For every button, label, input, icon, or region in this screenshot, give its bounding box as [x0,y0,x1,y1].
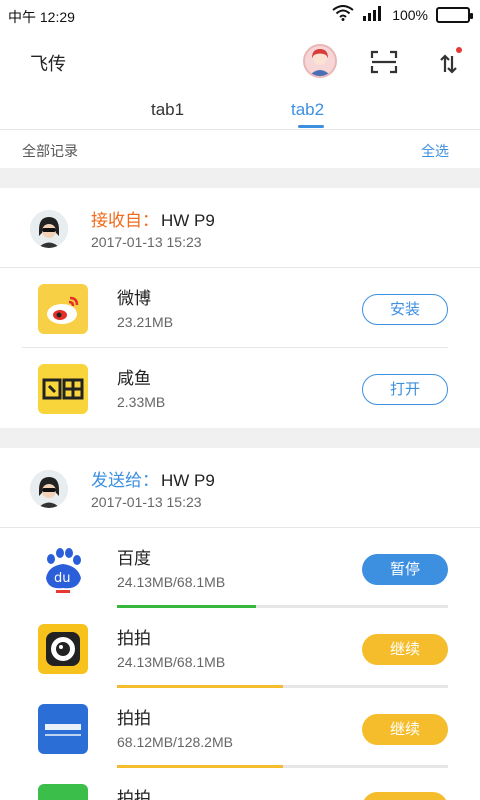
status-time: 中午 12:29 [8,9,75,25]
wifi-icon [332,5,354,24]
device-name: HW P9 [161,211,215,230]
autohome-icon [38,704,88,754]
open-button[interactable]: 打开 [362,374,448,405]
group-title: 接收自： HW P9 [91,206,215,231]
group-header-received: 接收自： HW P9 2017-01-13 15:23 [0,188,480,268]
resume-button[interactable] [362,792,448,800]
tab-2[interactable]: tab2 [291,100,324,120]
tab-bar: tab1 tab2 [0,92,480,130]
app-icon [38,784,88,800]
device-name: HW P9 [161,471,215,490]
file-name: 拍拍 [117,709,151,728]
file-name: 咸鱼 [117,369,151,388]
group-header-sent: 发送给： HW P9 2017-01-13 15:23 [0,448,480,528]
file-size: 24.13MB/68.1MB [117,574,226,590]
group-date: 2017-01-13 15:23 [91,494,202,510]
battery-percent: 100% [392,6,428,23]
select-all-button[interactable]: 全选 [421,141,449,161]
section-divider [0,168,480,188]
file-size: 24.13MB/68.1MB [117,654,226,670]
transfer-icon[interactable] [437,46,463,76]
svg-text:du: du [54,571,71,586]
file-size: 2.33MB [117,394,166,410]
list-item[interactable]: 拍拍 24.13MB/68.1MB 继续 [0,608,480,688]
weibo-icon [38,284,88,334]
file-name: 百度 [117,549,151,568]
install-button[interactable]: 安装 [362,294,448,325]
group-date: 2017-01-13 15:23 [91,234,202,250]
peer-avatar-icon [30,210,68,248]
user-avatar-icon[interactable] [303,44,337,78]
list-item[interactable]: du 百度 24.13MB/68.1MB 暂停 [0,528,480,608]
tab-1[interactable]: tab1 [151,100,184,120]
app-bar: 飞传 [0,30,480,92]
signal-icon [362,5,384,24]
baidu-icon: du [38,544,88,594]
page-title: 飞传 [30,54,66,74]
direction-label: 接收自： [91,211,159,230]
status-bar: 中午 12:29 100% [0,0,480,30]
resume-button[interactable]: 继续 [362,714,448,745]
records-label: 全部记录 [22,143,78,159]
file-name: 拍拍 [117,789,151,800]
resume-button[interactable]: 继续 [362,634,448,665]
file-size: 68.12MB/128.2MB [117,734,233,750]
direction-label: 发送给： [91,471,159,490]
pause-button[interactable]: 暂停 [362,554,448,585]
xianyu-icon [38,364,88,414]
paipai-icon [38,624,88,674]
file-name: 拍拍 [117,629,151,648]
scan-icon[interactable] [370,50,398,74]
group-title: 发送给： HW P9 [91,466,215,491]
file-size: 23.21MB [117,314,174,330]
tab-indicator [298,125,324,128]
list-item[interactable]: 拍拍 [0,768,480,800]
records-bar: 全部记录 全选 [0,131,480,168]
file-name: 微博 [117,289,151,308]
section-divider [0,428,480,448]
list-item[interactable]: 咸鱼 2.33MB 打开 [0,348,480,428]
list-item[interactable]: 微博 23.21MB 安装 [0,268,480,348]
battery-icon [436,6,473,23]
list-item[interactable]: 拍拍 68.12MB/128.2MB 继续 [0,688,480,768]
peer-avatar-icon [30,470,68,508]
